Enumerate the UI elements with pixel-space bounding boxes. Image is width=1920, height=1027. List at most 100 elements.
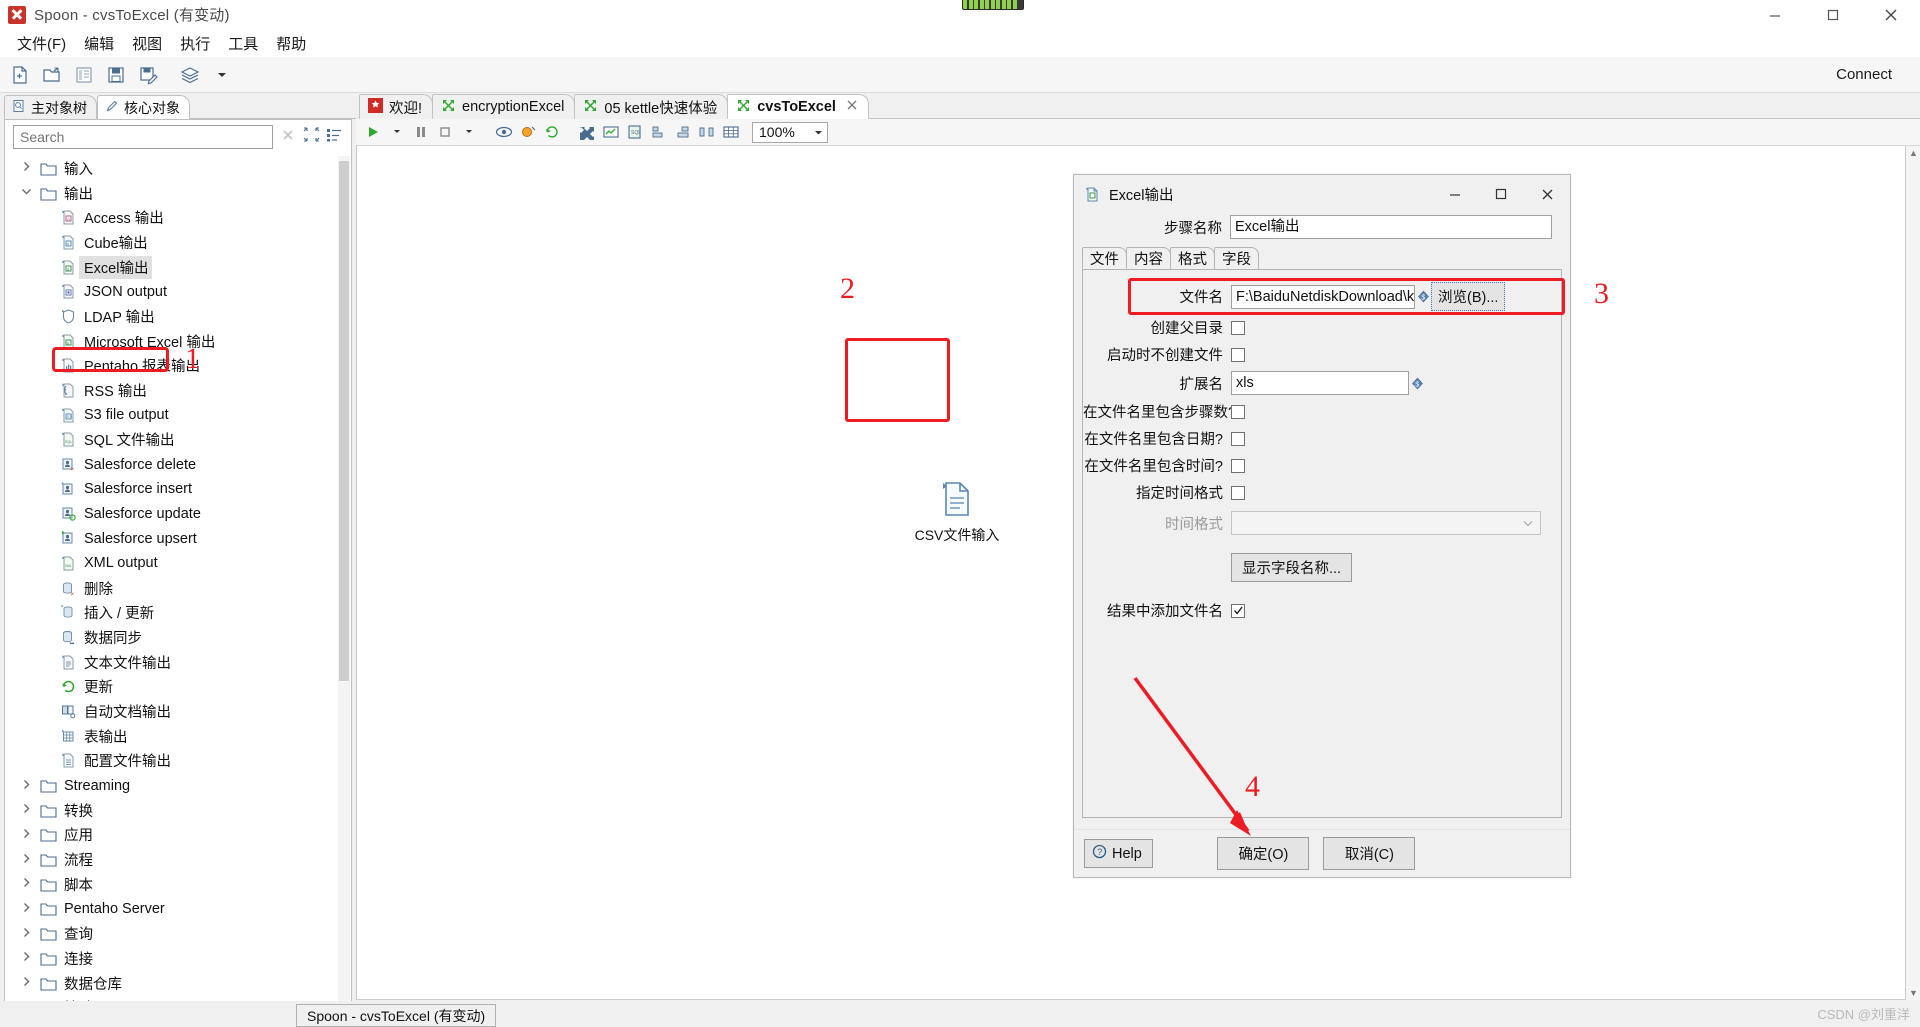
cancel-button[interactable]: 取消(C)	[1323, 837, 1416, 870]
tree-item-rss-输出[interactable]: RSS 输出	[5, 378, 338, 403]
preview-icon[interactable]	[493, 122, 515, 143]
chevron-right-icon[interactable]	[15, 803, 37, 817]
include-date-checkbox[interactable]	[1231, 431, 1245, 446]
tree-item-查询[interactable]: 查询	[5, 921, 338, 946]
grid-icon[interactable]	[720, 122, 742, 143]
core-objects-tree[interactable]: 输入 输出 A Access 输出 # Cube输出 x Excel输出 JSON output…	[5, 156, 338, 1013]
tree-item-access-输出[interactable]: A Access 输出	[5, 205, 338, 230]
tree-item-cube输出[interactable]: # Cube输出	[5, 230, 338, 255]
dialog-close-button[interactable]	[1524, 176, 1570, 213]
step-name-input[interactable]: Excel输出	[1230, 215, 1552, 239]
chevron-right-icon[interactable]	[15, 161, 37, 175]
browse-button[interactable]: 浏览(B)...	[1431, 282, 1506, 311]
close-icon[interactable]	[846, 99, 858, 115]
dialog-maximize-button[interactable]	[1478, 176, 1524, 213]
add-filename-to-result-checkbox[interactable]	[1231, 603, 1245, 618]
menu-view[interactable]: 视图	[123, 31, 171, 56]
sql-icon[interactable]: SQL	[624, 122, 646, 143]
tree-item-连接[interactable]: 连接	[5, 946, 338, 971]
connect-button[interactable]: Connect	[1836, 66, 1892, 83]
dialog-tab-format[interactable]: 格式	[1170, 247, 1215, 269]
dialog-minimize-button[interactable]	[1432, 176, 1478, 213]
tab-welcome[interactable]: 欢迎!	[359, 94, 434, 119]
tree-item-表输出[interactable]: 表输出	[5, 724, 338, 749]
close-icon[interactable]	[279, 127, 297, 148]
tree-item-excel输出[interactable]: x Excel输出	[5, 255, 338, 280]
tree-item-salesforce-insert[interactable]: Salesforce insert	[5, 477, 338, 502]
canvas-scrollbar[interactable]: ▲ ▼	[1906, 146, 1920, 1000]
save-as-icon[interactable]	[135, 62, 161, 88]
tree-item-输出[interactable]: 输出	[5, 181, 338, 206]
dialog-tab-file[interactable]: 文件	[1082, 247, 1127, 269]
tree-item-删除[interactable]: × 删除	[5, 576, 338, 601]
no-create-at-start-checkbox[interactable]	[1231, 347, 1245, 362]
chevron-down-icon[interactable]	[15, 186, 37, 200]
tree-item-microsoft-excel-输出[interactable]: x Microsoft Excel 输出	[5, 329, 338, 354]
variable-icon[interactable]: $	[1410, 376, 1425, 391]
verify-icon[interactable]	[576, 122, 598, 143]
step-csv-file-input[interactable]: CSV文件输入	[897, 476, 1017, 545]
tab-main-object-tree[interactable]: 主对象树	[4, 95, 97, 119]
align-right-icon[interactable]	[672, 122, 694, 143]
open-file-icon[interactable]	[39, 62, 65, 88]
preview-chevron-icon[interactable]	[458, 122, 480, 143]
debug-icon[interactable]	[517, 122, 539, 143]
create-parent-folder-checkbox[interactable]	[1231, 320, 1245, 335]
ok-button[interactable]: 确定(O)	[1217, 837, 1310, 870]
tree-item-salesforce-upsert[interactable]: Salesforce upsert	[5, 526, 338, 551]
tree-item-更新[interactable]: 更新	[5, 674, 338, 699]
tree-item-salesforce-update[interactable]: Salesforce update	[5, 502, 338, 527]
close-button[interactable]	[1862, 0, 1920, 30]
replay-icon[interactable]	[541, 122, 563, 143]
chevron-right-icon[interactable]	[15, 828, 37, 842]
run-icon[interactable]	[362, 122, 384, 143]
tab-kettle-quickstart[interactable]: 05 kettle快速体验	[574, 94, 729, 119]
menu-file[interactable]: 文件(F)	[8, 31, 75, 56]
tree-item-ldap-输出[interactable]: LDAP 输出	[5, 304, 338, 329]
tree-scrollbar[interactable]	[338, 156, 350, 1012]
tree-item-sql-文件输出[interactable]: SQL SQL 文件输出	[5, 428, 338, 453]
tree-item-json-output[interactable]: JSON output	[5, 279, 338, 304]
tab-encryption-excel[interactable]: encryptionExcel	[432, 94, 576, 119]
chevron-right-icon[interactable]	[15, 927, 37, 941]
menu-run[interactable]: 执行	[171, 31, 219, 56]
tree-item-salesforce-delete[interactable]: × Salesforce delete	[5, 452, 338, 477]
include-time-checkbox[interactable]	[1231, 458, 1245, 473]
search-input[interactable]	[13, 125, 273, 149]
tree-scrollbar-thumb[interactable]	[339, 161, 349, 681]
chevron-right-icon[interactable]	[15, 853, 37, 867]
specify-format-checkbox[interactable]	[1231, 485, 1245, 500]
chevron-right-icon[interactable]	[15, 951, 37, 965]
new-file-icon[interactable]	[7, 62, 33, 88]
layers-icon[interactable]	[177, 62, 203, 88]
explore-repository-icon[interactable]	[71, 62, 97, 88]
dialog-tab-content[interactable]: 内容	[1126, 247, 1171, 269]
zoom-level-combo[interactable]: 100%	[752, 121, 828, 143]
chevron-right-icon[interactable]	[15, 902, 37, 916]
sort-icon[interactable]	[326, 127, 343, 147]
tree-item-数据仓库[interactable]: 数据仓库	[5, 971, 338, 996]
tree-item-配置文件输出[interactable]: 配置文件输出	[5, 749, 338, 774]
tree-item-文本文件输出[interactable]: 文本文件输出	[5, 650, 338, 675]
tree-item-应用[interactable]: 应用	[5, 823, 338, 848]
pause-icon[interactable]	[410, 122, 432, 143]
tree-item-streaming[interactable]: Streaming	[5, 773, 338, 798]
dialog-tab-fields[interactable]: 字段	[1214, 247, 1259, 269]
run-options-chevron-icon[interactable]	[386, 122, 408, 143]
chevron-right-icon[interactable]	[15, 877, 37, 891]
menu-tools[interactable]: 工具	[219, 31, 267, 56]
analyze-impact-icon[interactable]	[600, 122, 622, 143]
tree-item-流程[interactable]: 流程	[5, 847, 338, 872]
chevron-right-icon[interactable]	[15, 779, 37, 793]
chevron-right-icon[interactable]	[15, 976, 37, 990]
show-field-names-button[interactable]: 显示字段名称...	[1231, 553, 1353, 582]
tab-cvs-to-excel[interactable]: cvsToExcel	[727, 94, 869, 119]
tree-item-脚本[interactable]: 脚本	[5, 872, 338, 897]
tree-item-pentaho-server[interactable]: Pentaho Server	[5, 897, 338, 922]
stop-icon[interactable]	[434, 122, 456, 143]
chevron-down-icon[interactable]	[209, 62, 235, 88]
minimize-button[interactable]	[1746, 0, 1804, 30]
tree-item-xml-output[interactable]: XML XML output	[5, 551, 338, 576]
include-stepnr-checkbox[interactable]	[1231, 404, 1245, 419]
menu-edit[interactable]: 编辑	[75, 31, 123, 56]
